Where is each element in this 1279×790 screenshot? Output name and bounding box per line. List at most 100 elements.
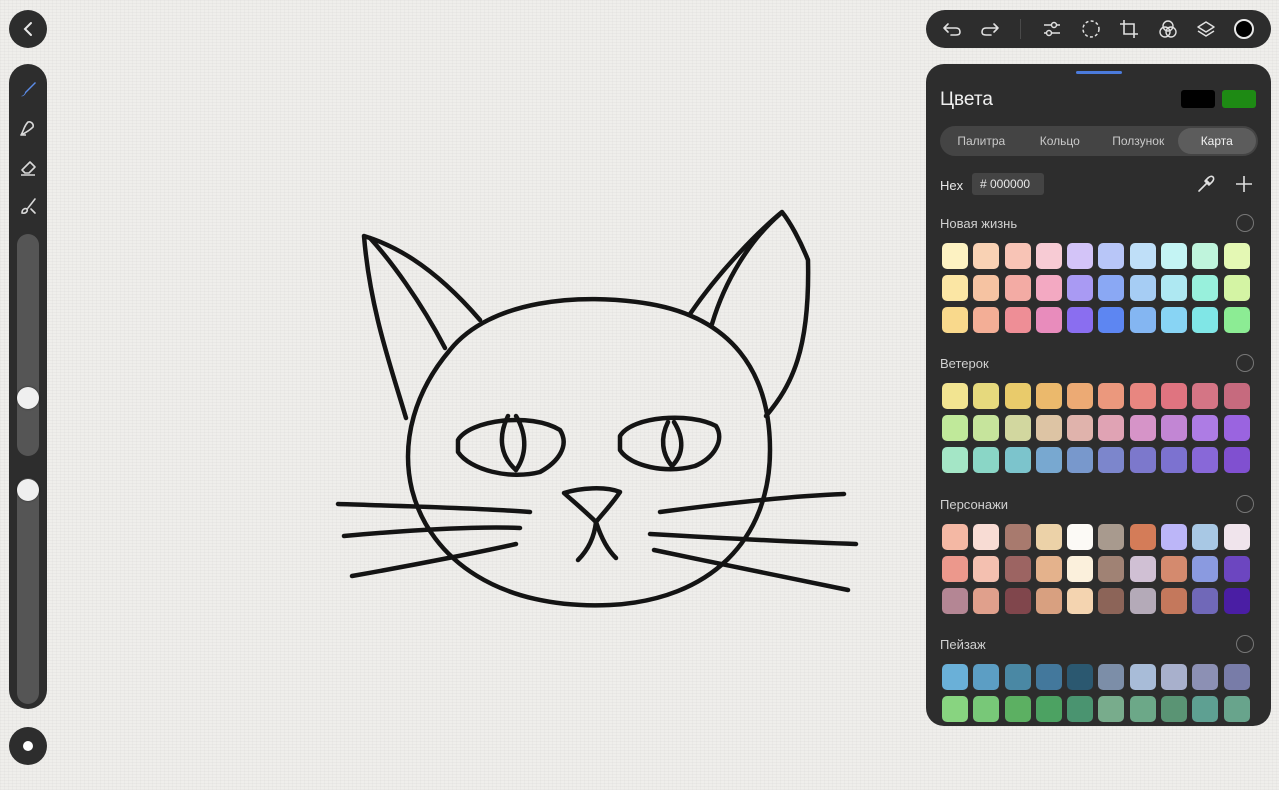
color-swatch[interactable] [1067, 275, 1094, 301]
color-swatch[interactable] [1004, 588, 1031, 614]
color-swatch[interactable] [1129, 556, 1156, 582]
color-swatch[interactable] [1192, 383, 1219, 409]
color-swatch[interactable] [1192, 664, 1219, 690]
color-swatch[interactable] [1161, 696, 1188, 722]
color-swatch[interactable] [1035, 243, 1062, 269]
color-swatch[interactable] [1223, 275, 1250, 301]
color-swatch[interactable] [942, 524, 968, 550]
color-swatch[interactable] [973, 556, 1000, 582]
color-swatch[interactable] [1004, 275, 1031, 301]
quick-menu-button[interactable] [9, 727, 47, 765]
color-swatch[interactable] [1098, 696, 1125, 722]
color-swatch[interactable] [1223, 243, 1250, 269]
brush-size-knob[interactable] [17, 387, 39, 409]
color-swatch[interactable] [1067, 524, 1094, 550]
redo-button[interactable] [980, 19, 1000, 39]
color-swatch[interactable] [1161, 588, 1188, 614]
color-swatch[interactable] [1161, 383, 1188, 409]
color-swatch[interactable] [942, 447, 968, 473]
color-swatch[interactable] [973, 696, 1000, 722]
color-swatch[interactable] [1129, 524, 1156, 550]
color-swatch[interactable] [1067, 664, 1094, 690]
color-swatch[interactable] [1098, 524, 1125, 550]
brush-tool[interactable] [18, 79, 38, 99]
color-swatch[interactable] [973, 447, 1000, 473]
color-swatch[interactable] [973, 243, 1000, 269]
color-swatch[interactable] [1004, 307, 1031, 333]
color-swatch[interactable] [1035, 447, 1062, 473]
color-swatch[interactable] [1067, 415, 1094, 441]
color-swatch[interactable] [942, 383, 968, 409]
color-swatch[interactable] [1161, 664, 1188, 690]
color-swatch[interactable] [1098, 415, 1125, 441]
blend-button[interactable] [1158, 19, 1178, 39]
color-swatch[interactable] [1129, 664, 1156, 690]
previous-color-swatch[interactable] [1222, 90, 1256, 108]
color-swatch[interactable] [1129, 243, 1156, 269]
eyedropper-button[interactable] [1196, 174, 1216, 194]
color-swatch[interactable] [1161, 275, 1188, 301]
tab-ring[interactable]: Кольцо [1021, 128, 1100, 154]
color-swatch[interactable] [1192, 415, 1219, 441]
color-swatch[interactable] [1161, 524, 1188, 550]
color-swatch[interactable] [1035, 556, 1062, 582]
color-swatch[interactable] [1035, 588, 1062, 614]
palette-select-radio[interactable] [1236, 354, 1254, 372]
color-swatch[interactable] [942, 307, 968, 333]
color-swatch[interactable] [1098, 556, 1125, 582]
smudge-tool[interactable] [18, 118, 38, 138]
hex-input[interactable] [972, 173, 1044, 195]
color-swatch[interactable] [1098, 664, 1125, 690]
color-swatch[interactable] [1004, 447, 1031, 473]
color-swatch[interactable] [1161, 556, 1188, 582]
color-swatch[interactable] [1035, 664, 1062, 690]
paint-tool[interactable] [18, 196, 38, 216]
color-swatch[interactable] [942, 664, 968, 690]
color-swatch[interactable] [1129, 447, 1156, 473]
color-swatch[interactable] [942, 243, 968, 269]
eraser-tool[interactable] [18, 157, 38, 177]
color-swatch[interactable] [1067, 383, 1094, 409]
color-swatch[interactable] [1098, 243, 1125, 269]
color-swatch[interactable] [1035, 524, 1062, 550]
color-swatch[interactable] [1129, 383, 1156, 409]
color-swatch[interactable] [1035, 275, 1062, 301]
color-swatch[interactable] [1192, 556, 1219, 582]
color-swatch[interactable] [1067, 696, 1094, 722]
active-color-button[interactable] [1234, 19, 1254, 39]
color-swatch[interactable] [973, 383, 1000, 409]
color-swatch[interactable] [1035, 415, 1062, 441]
palette-select-radio[interactable] [1236, 635, 1254, 653]
color-swatch[interactable] [1004, 556, 1031, 582]
color-swatch[interactable] [1192, 524, 1219, 550]
color-swatch[interactable] [1004, 243, 1031, 269]
color-swatch[interactable] [1129, 696, 1156, 722]
color-swatch[interactable] [973, 415, 1000, 441]
color-swatch[interactable] [973, 588, 1000, 614]
color-swatch[interactable] [1223, 307, 1250, 333]
color-swatch[interactable] [973, 275, 1000, 301]
color-swatch[interactable] [1067, 588, 1094, 614]
color-swatch[interactable] [1161, 447, 1188, 473]
color-swatch[interactable] [1129, 588, 1156, 614]
color-swatch[interactable] [1223, 524, 1250, 550]
color-swatch[interactable] [1004, 383, 1031, 409]
color-swatch[interactable] [1035, 696, 1062, 722]
color-swatch[interactable] [1192, 243, 1219, 269]
color-swatch[interactable] [1223, 415, 1250, 441]
color-swatch[interactable] [1192, 275, 1219, 301]
color-swatch[interactable] [1098, 588, 1125, 614]
color-swatch[interactable] [1098, 383, 1125, 409]
color-swatch[interactable] [1004, 415, 1031, 441]
color-swatch[interactable] [1223, 447, 1250, 473]
color-swatch[interactable] [1223, 556, 1250, 582]
color-swatch[interactable] [1067, 243, 1094, 269]
selection-button[interactable] [1081, 19, 1101, 39]
color-swatch[interactable] [1067, 447, 1094, 473]
color-swatch[interactable] [1035, 383, 1062, 409]
color-swatch[interactable] [1161, 307, 1188, 333]
color-swatch[interactable] [1192, 447, 1219, 473]
tab-palette[interactable]: Палитра [942, 128, 1021, 154]
color-swatch[interactable] [942, 415, 968, 441]
color-swatch[interactable] [1129, 307, 1156, 333]
